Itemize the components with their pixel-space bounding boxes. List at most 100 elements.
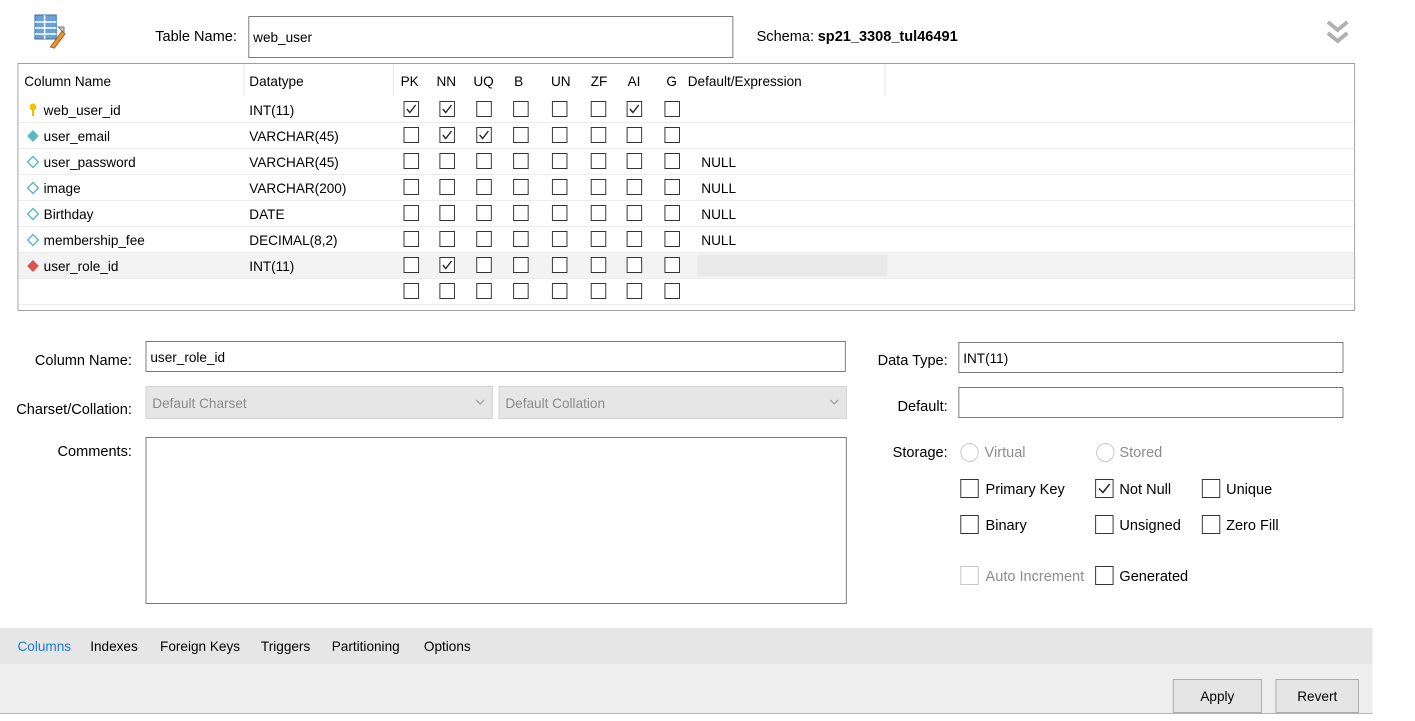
- tab-foreign-keys[interactable]: Foreign Keys: [160, 638, 240, 654]
- col-header-column-name[interactable]: Column Name: [24, 73, 111, 89]
- g-checkbox[interactable]: [664, 283, 680, 299]
- datatype-cell[interactable]: DECIMAL(8,2): [249, 231, 337, 249]
- g-checkbox[interactable]: [664, 101, 680, 117]
- column-name-cell[interactable]: user_email: [44, 127, 110, 145]
- col-header-un[interactable]: UN: [551, 73, 571, 89]
- pk-checkbox[interactable]: [403, 257, 420, 273]
- un-checkbox[interactable]: [551, 231, 568, 247]
- col-header-default[interactable]: Default/Expression: [688, 73, 802, 89]
- col-header-pk[interactable]: PK: [401, 73, 419, 89]
- uq-checkbox[interactable]: [476, 283, 492, 299]
- ai-checkbox[interactable]: [626, 283, 643, 299]
- charset-select[interactable]: Default Charset: [145, 386, 493, 419]
- revert-button[interactable]: Revert: [1275, 679, 1359, 713]
- g-checkbox[interactable]: [664, 205, 680, 221]
- table-row[interactable]: user_password VARCHAR(45) NULL: [18, 149, 1355, 175]
- un-checkbox[interactable]: [551, 257, 568, 273]
- tab-indexes[interactable]: Indexes: [90, 638, 138, 654]
- b-checkbox[interactable]: [513, 257, 529, 273]
- ai-checkbox[interactable]: [626, 101, 643, 117]
- unsigned-checkbox[interactable]: [1095, 515, 1114, 534]
- b-checkbox[interactable]: [513, 283, 529, 299]
- pk-checkbox[interactable]: [403, 179, 420, 195]
- uq-checkbox[interactable]: [476, 153, 492, 169]
- b-checkbox[interactable]: [513, 179, 529, 195]
- unique-checkbox[interactable]: [1201, 479, 1221, 498]
- default-cell[interactable]: NULL: [701, 179, 736, 197]
- datatype-cell[interactable]: INT(11): [249, 257, 294, 275]
- b-checkbox[interactable]: [513, 205, 529, 221]
- zf-checkbox[interactable]: [590, 101, 607, 117]
- column-name-cell[interactable]: user_role_id: [44, 257, 119, 275]
- table-row[interactable]: Birthday DATE NULL: [18, 201, 1355, 227]
- stored-radio[interactable]: [1096, 443, 1115, 462]
- nn-checkbox[interactable]: [439, 257, 455, 273]
- default-cell[interactable]: NULL: [701, 153, 736, 171]
- generated-checkbox[interactable]: [1095, 566, 1114, 585]
- nn-checkbox[interactable]: [439, 127, 455, 143]
- ai-checkbox[interactable]: [626, 179, 643, 195]
- collation-select[interactable]: Default Collation: [498, 386, 847, 419]
- col-header-uq[interactable]: UQ: [473, 73, 493, 89]
- column-name-cell[interactable]: user_password: [44, 153, 136, 171]
- col-header-nn[interactable]: NN: [437, 73, 457, 89]
- g-checkbox[interactable]: [664, 179, 680, 195]
- nn-checkbox[interactable]: [439, 179, 455, 195]
- datatype-cell[interactable]: VARCHAR(200): [249, 179, 346, 197]
- default-cell-editor[interactable]: [697, 255, 888, 276]
- pk-checkbox[interactable]: [403, 283, 420, 299]
- ai-checkbox[interactable]: [626, 257, 643, 273]
- pk-checkbox[interactable]: [403, 153, 420, 169]
- pk-checkbox[interactable]: [403, 127, 420, 143]
- zf-checkbox[interactable]: [590, 231, 607, 247]
- g-checkbox[interactable]: [664, 231, 680, 247]
- pk-checkbox[interactable]: [403, 231, 420, 247]
- un-checkbox[interactable]: [551, 283, 568, 299]
- col-header-zf[interactable]: ZF: [591, 73, 608, 89]
- column-name-cell[interactable]: web_user_id: [44, 101, 121, 119]
- uq-checkbox[interactable]: [476, 127, 492, 143]
- table-row[interactable]: image VARCHAR(200) NULL: [18, 175, 1355, 201]
- nn-checkbox[interactable]: [439, 231, 455, 247]
- b-checkbox[interactable]: [513, 127, 529, 143]
- zf-checkbox[interactable]: [590, 257, 607, 273]
- table-row[interactable]: web_user_id INT(11): [18, 97, 1355, 123]
- binary-checkbox[interactable]: [960, 515, 979, 534]
- nn-checkbox[interactable]: [439, 205, 455, 221]
- datatype-cell[interactable]: INT(11): [249, 101, 294, 119]
- un-checkbox[interactable]: [551, 205, 568, 221]
- zf-checkbox[interactable]: [590, 205, 607, 221]
- tab-triggers[interactable]: Triggers: [261, 638, 310, 654]
- auto-increment-checkbox[interactable]: [960, 566, 979, 585]
- col-header-ai[interactable]: AI: [628, 73, 641, 89]
- table-row[interactable]: [18, 279, 1355, 305]
- col-header-g[interactable]: G: [666, 73, 677, 89]
- ai-checkbox[interactable]: [626, 153, 643, 169]
- column-name-cell[interactable]: image: [44, 179, 81, 197]
- g-checkbox[interactable]: [664, 153, 680, 169]
- uq-checkbox[interactable]: [476, 205, 492, 221]
- col-header-b[interactable]: B: [514, 73, 523, 89]
- default-input[interactable]: [958, 387, 1344, 418]
- collapse-chevrons-icon[interactable]: [1325, 18, 1350, 48]
- apply-button[interactable]: Apply: [1172, 679, 1262, 713]
- not-null-checkbox[interactable]: [1095, 479, 1114, 498]
- column-name-cell[interactable]: membership_fee: [44, 231, 145, 249]
- ai-checkbox[interactable]: [626, 127, 643, 143]
- data-type-input[interactable]: [958, 342, 1344, 373]
- nn-checkbox[interactable]: [439, 101, 455, 117]
- zf-checkbox[interactable]: [590, 127, 607, 143]
- ai-checkbox[interactable]: [626, 205, 643, 221]
- datatype-cell[interactable]: VARCHAR(45): [249, 153, 339, 171]
- virtual-radio[interactable]: [960, 443, 979, 462]
- datatype-cell[interactable]: VARCHAR(45): [249, 127, 339, 145]
- b-checkbox[interactable]: [513, 231, 529, 247]
- pk-checkbox[interactable]: [403, 205, 420, 221]
- uq-checkbox[interactable]: [476, 101, 492, 117]
- g-checkbox[interactable]: [664, 257, 680, 273]
- nn-checkbox[interactable]: [439, 283, 455, 299]
- primary-key-checkbox[interactable]: [960, 479, 979, 498]
- ai-checkbox[interactable]: [626, 231, 643, 247]
- table-row[interactable]: user_role_id INT(11): [18, 253, 1355, 279]
- uq-checkbox[interactable]: [476, 179, 492, 195]
